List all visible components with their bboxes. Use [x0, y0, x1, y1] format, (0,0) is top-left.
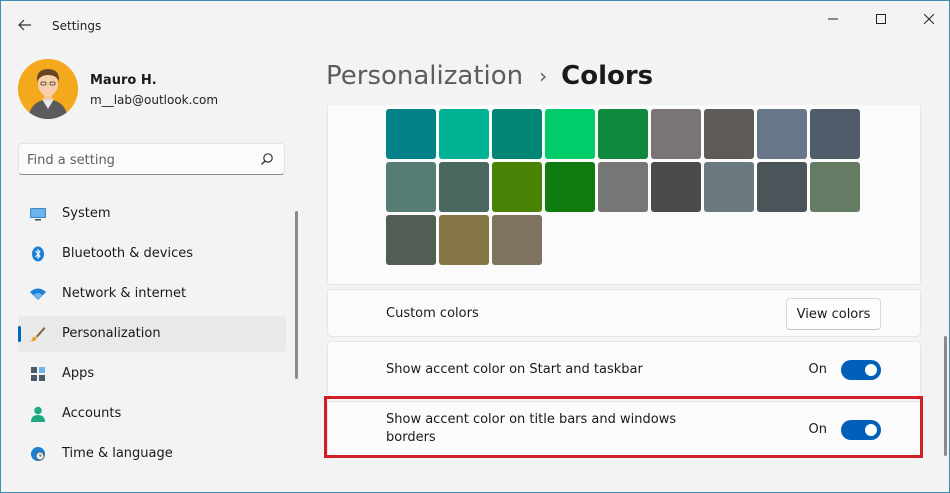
accent-color-swatch[interactable] [598, 109, 648, 159]
monitor-icon [30, 208, 46, 221]
sidebar-item-personalization[interactable]: Personalization [18, 316, 286, 352]
toggle-knob [865, 424, 877, 436]
sidebar-item-network[interactable]: Network & internet [18, 276, 286, 312]
arrow-left-icon [18, 19, 31, 31]
sidebar-item-label: Network & internet [62, 286, 187, 301]
main-scrollbar[interactable] [944, 336, 947, 456]
accent-color-swatch[interactable] [704, 109, 754, 159]
brush-icon [30, 327, 46, 342]
sidebar-item-label: Bluetooth & devices [62, 246, 193, 261]
sidebar-item-bluetooth[interactable]: Bluetooth & devices [18, 236, 286, 272]
person-icon [31, 406, 45, 422]
accent-color-swatch[interactable] [439, 215, 489, 265]
sidebar-item-system[interactable]: System [18, 196, 286, 232]
breadcrumb: Personalization › Colors [326, 61, 653, 91]
sidebar-scrollbar[interactable] [295, 211, 298, 379]
accent-color-swatch[interactable] [651, 109, 701, 159]
sidebar-item-label: Time & language [62, 446, 173, 461]
search-icon[interactable] [260, 152, 274, 166]
breadcrumb-parent[interactable]: Personalization [326, 61, 523, 91]
accent-color-swatch[interactable] [386, 109, 436, 159]
sidebar-item-label: System [62, 206, 111, 221]
toggle-state-text: On [808, 362, 827, 377]
maximize-button[interactable] [857, 1, 905, 37]
accent-color-swatch[interactable] [386, 162, 436, 212]
accent-color-card [327, 105, 921, 285]
accent-color-swatch[interactable] [545, 109, 595, 159]
sidebar-item-label: Personalization [62, 326, 161, 341]
minimize-icon [828, 18, 838, 20]
page-title: Colors [561, 61, 654, 91]
sidebar-item-apps[interactable]: Apps [18, 356, 286, 392]
custom-colors-label: Custom colors [386, 306, 479, 321]
accent-title-bars-toggle[interactable] [841, 420, 881, 440]
accent-start-taskbar-toggle[interactable] [841, 360, 881, 380]
avatar [18, 59, 78, 119]
sidebar-item-label: Apps [62, 366, 95, 381]
search-box[interactable] [18, 143, 285, 175]
accent-color-swatch[interactable] [439, 162, 489, 212]
accent-color-swatch[interactable] [439, 109, 489, 159]
sidebar-item-accounts[interactable]: Accounts [18, 396, 286, 432]
main-content: Custom colors View colors Show accent co… [327, 105, 921, 492]
accent-color-swatch[interactable] [492, 215, 542, 265]
accent-color-swatch[interactable] [704, 162, 754, 212]
accent-color-swatch[interactable] [492, 162, 542, 212]
accent-color-swatch[interactable] [651, 162, 701, 212]
sidebar-nav: System Bluetooth & devices Network & int… [18, 196, 286, 476]
maximize-icon [876, 14, 886, 24]
accent-color-swatch[interactable] [492, 109, 542, 159]
custom-colors-row: Custom colors View colors [327, 289, 921, 337]
toggle-state-text: On [808, 422, 827, 437]
accent-color-swatch[interactable] [757, 109, 807, 159]
view-colors-button[interactable]: View colors [786, 298, 881, 330]
bluetooth-icon [32, 246, 44, 262]
user-name: Mauro H. [90, 73, 157, 88]
app-title: Settings [52, 19, 102, 33]
accent-start-taskbar-row: Show accent color on Start and taskbar O… [327, 341, 921, 397]
back-button[interactable] [11, 11, 39, 39]
chevron-right-icon: › [539, 64, 548, 88]
title-bar: Settings [1, 1, 949, 49]
accent-color-swatch[interactable] [386, 215, 436, 265]
accent-color-swatch[interactable] [757, 162, 807, 212]
apps-icon [31, 367, 45, 381]
settings-window: Settings Mauro H. m__lab@outlook.com Fin… [0, 0, 950, 493]
sidebar-item-label: Accounts [62, 406, 122, 421]
wifi-icon [30, 288, 46, 300]
accent-title-bars-label-line1: Show accent color on title bars and wind… [386, 412, 677, 427]
accent-title-bars-label-line2: borders [386, 430, 436, 445]
sidebar-item-time-language[interactable]: Time & language [18, 436, 286, 472]
clock-globe-icon [31, 447, 45, 461]
minimize-button[interactable] [809, 1, 857, 37]
accent-start-taskbar-label: Show accent color on Start and taskbar [386, 362, 643, 377]
close-button[interactable] [905, 1, 949, 37]
close-icon [924, 14, 934, 24]
accent-color-swatch[interactable] [545, 162, 595, 212]
accent-color-swatch[interactable] [810, 109, 860, 159]
accent-color-swatch[interactable] [598, 162, 648, 212]
search-input[interactable] [27, 150, 247, 170]
accent-color-swatch[interactable] [810, 162, 860, 212]
accent-title-bars-row: Show accent color on title bars and wind… [327, 401, 921, 457]
user-email: m__lab@outlook.com [90, 93, 219, 107]
avatar-illustration-icon [18, 59, 78, 119]
toggle-knob [865, 364, 877, 376]
